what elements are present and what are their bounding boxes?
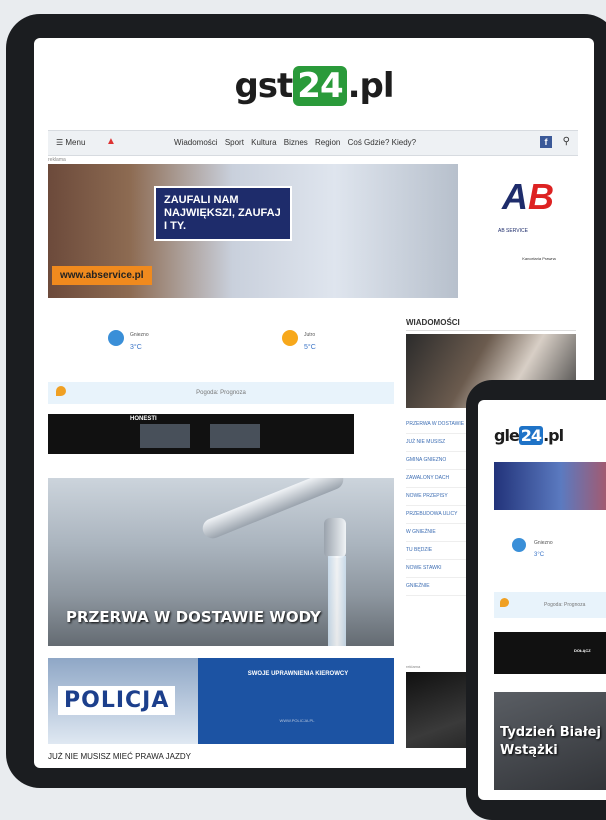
weather-sun-icon: [282, 330, 298, 346]
weather-city-right: Jutro: [304, 332, 316, 338]
banner-company: AB SERVICE: [498, 228, 528, 234]
weather-forecast-bar[interactable]: Pogoda: Prognoza: [48, 382, 394, 404]
menu-button[interactable]: ☰ Menu: [56, 138, 85, 147]
policja-url: WWW.POLICJA.PL: [279, 718, 315, 723]
banner-slogan: ZAUFALI NAM NAJWIĘKSZI, ZAUFAJ I TY.: [154, 186, 292, 241]
phone-weather-temp: 3°C: [534, 552, 545, 558]
site-logo[interactable]: gst 24 .pl: [34, 66, 594, 106]
banner-small-text: Kancelaria Prawna: [522, 256, 556, 261]
nav-link-biznes[interactable]: Biznes: [284, 138, 308, 147]
logo-domain: .pl: [347, 66, 395, 106]
news-sidebar-heading[interactable]: WIADOMOŚCI: [406, 318, 576, 331]
honest-ad-title: HONESTI: [130, 416, 157, 422]
alert-icon[interactable]: ▲: [106, 136, 116, 147]
banner-logo: AB: [502, 176, 554, 218]
phone-news-title[interactable]: Tydzień Białej Wstążki: [500, 724, 606, 760]
policja-story-card[interactable]: POLICJA SWOJE UPRAWNIENIA KIEROWCY WWW.P…: [48, 658, 394, 744]
weather-cloud-icon: [108, 330, 124, 346]
phone-logo[interactable]: gle 24 .pl: [494, 426, 564, 445]
nav-links: Wiadomości Sport Kultura Biznes Region C…: [174, 138, 421, 147]
banner-logo-b: B: [528, 176, 554, 217]
nav-link-sport[interactable]: Sport: [225, 138, 244, 147]
weather-city-left: Gniezno: [130, 332, 149, 338]
policja-story-caption[interactable]: JUŻ NIE MUSISZ MIEĆ PRAWA JAZDY: [48, 752, 191, 761]
phone-pin-icon: [500, 598, 509, 607]
nav-link-kultura[interactable]: Kultura: [251, 138, 276, 147]
phone-content: gle 24 .pl Gniezno 3°C Pogoda: Prognoza DO…: [478, 400, 606, 790]
phone-logo-domain: .pl: [543, 426, 564, 445]
honest-ad[interactable]: HONESTI: [48, 414, 354, 454]
ad-label: reklama: [48, 157, 66, 163]
phone-banner[interactable]: [494, 462, 606, 510]
weather-temp-left: 3°C: [130, 344, 142, 351]
logo-badge: 24: [293, 66, 347, 106]
nav-link-region[interactable]: Region: [315, 138, 340, 147]
phone-ad[interactable]: [494, 632, 606, 674]
search-icon[interactable]: ⚲: [563, 136, 570, 147]
banner-url[interactable]: www.abservice.pl: [52, 266, 152, 285]
water-stream-image: [328, 556, 346, 646]
weather-temp-right: 5°C: [304, 344, 316, 351]
faucet-spout-image: [324, 518, 346, 558]
phone-forecast-bar[interactable]: Pogoda: Prognoza: [494, 592, 606, 618]
honest-ad-image: [140, 424, 190, 448]
nav-link-events[interactable]: Coś Gdzie? Kiedy?: [348, 138, 416, 147]
honest-ad-image: [210, 424, 260, 448]
logo-text: gst: [234, 66, 293, 106]
policja-headline: SWOJE UPRAWNIENIA KIEROWCY: [247, 671, 349, 677]
phone-ad-text: DOŁĄCZ: [574, 648, 591, 653]
ad-banner[interactable]: ZAUFALI NAM NAJWIĘKSZI, ZAUFAJ I TY. www…: [48, 164, 578, 298]
phone-logo-badge: 24: [518, 426, 544, 445]
weather-widget: Gniezno 3°C Jutro 5°C Pogoda: Prognoza: [48, 318, 394, 404]
main-navbar: ☰ Menu ▲ Wiadomości Sport Kultura Biznes…: [48, 130, 578, 156]
weather-pin-icon: [56, 386, 66, 396]
phone-weather-icon: [512, 538, 526, 552]
lead-story-title[interactable]: PRZERWA W DOSTAWIE WODY: [66, 608, 321, 626]
lead-story-card[interactable]: PRZERWA W DOSTAWIE WODY: [48, 478, 394, 646]
nav-link-wiadomosci[interactable]: Wiadomości: [174, 138, 218, 147]
phone-weather-city: Gniezno: [534, 540, 553, 546]
sidebar-ad-label: reklama: [406, 664, 421, 669]
facebook-icon[interactable]: f: [540, 136, 552, 148]
phone-logo-text: gle: [494, 426, 520, 445]
policja-sign: POLICJA: [58, 686, 176, 715]
banner-logo-a: A: [502, 176, 528, 217]
